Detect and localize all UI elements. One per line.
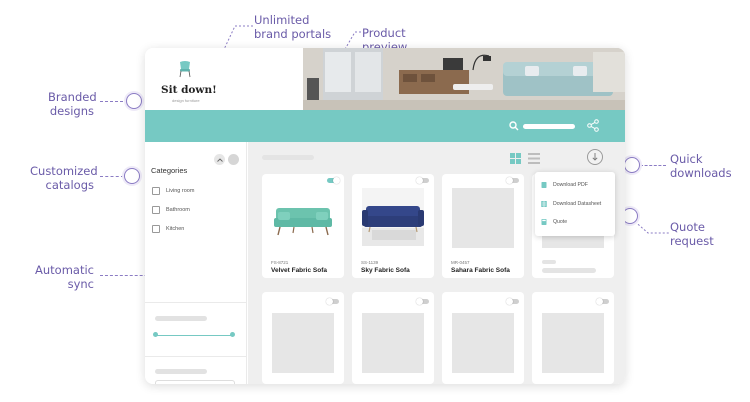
category-label: Kitchen	[166, 226, 185, 232]
grid-view-icon[interactable]	[510, 153, 521, 164]
product-visibility-toggle[interactable]	[416, 298, 429, 305]
menu-item-label: Download PDF	[553, 182, 588, 188]
product-sku: FS-8721	[271, 260, 289, 265]
product-sku: MR-0457	[451, 260, 470, 265]
brand-name: Sit down!	[161, 84, 217, 96]
callout-customized-catalogs: Customized catalogs	[30, 164, 98, 192]
sidebar-divider	[145, 356, 247, 357]
category-item[interactable]: Bathroom	[152, 205, 190, 215]
category-checkbox[interactable]	[152, 225, 160, 233]
menu-item-label: Quote	[553, 219, 568, 225]
callout-connector	[640, 165, 666, 166]
filter-label-placeholder	[155, 369, 207, 374]
product-name: Sahara Fabric Sofa	[451, 267, 510, 274]
header: Sit down! design furniture	[145, 48, 625, 110]
brand-area: Sit down! design furniture	[145, 48, 303, 110]
product-visibility-toggle[interactable]	[506, 177, 519, 184]
sidebar: Categories Living room Bathroom Kitchen	[145, 142, 247, 384]
product-image-placeholder	[452, 188, 514, 248]
product-name: Velvet Fabric Sofa	[271, 267, 327, 274]
category-checkbox[interactable]	[152, 187, 160, 195]
product-visibility-toggle[interactable]	[326, 298, 339, 305]
download-button[interactable]	[587, 149, 603, 165]
callout-automatic-sync: Automatic sync	[35, 263, 94, 291]
category-item[interactable]: Kitchen	[152, 224, 184, 234]
product-card[interactable]	[442, 292, 524, 384]
download-arrow-icon	[592, 153, 598, 161]
list-view-icon[interactable]	[528, 153, 540, 164]
categories-title: Categories	[151, 166, 188, 175]
product-sku-placeholder	[542, 260, 556, 264]
product-name-placeholder	[542, 268, 596, 273]
product-card[interactable]: MR-0457 Sahara Fabric Sofa	[442, 174, 524, 278]
product-card[interactable]: SS-1139 Sky Fabric Sofa	[352, 174, 434, 278]
product-card[interactable]	[532, 292, 614, 384]
brand-tagline: design furniture	[172, 98, 200, 103]
product-visibility-toggle[interactable]	[416, 177, 429, 184]
sidebar-divider	[145, 302, 247, 303]
product-name: Sky Fabric Sofa	[361, 267, 410, 274]
product-visibility-toggle[interactable]	[327, 177, 340, 184]
callout-connector	[100, 101, 128, 102]
breadcrumb-placeholder	[262, 155, 314, 160]
hotspot-branded-designs[interactable]	[126, 93, 142, 109]
chevron-up-icon	[216, 157, 223, 162]
product-visibility-toggle[interactable]	[596, 298, 609, 305]
search-icon[interactable]	[509, 121, 519, 131]
category-label: Living room	[166, 188, 195, 194]
product-card[interactable]	[262, 292, 344, 384]
collapse-up-button[interactable]	[214, 154, 225, 165]
product-card[interactable]	[352, 292, 434, 384]
app-window: Sit down! design furniture Categories Li…	[145, 48, 625, 384]
filter-label-placeholder	[155, 316, 207, 321]
pdf-file-icon	[541, 182, 547, 188]
hotspot-customized-catalogs[interactable]	[124, 168, 140, 184]
download-menu: Download PDF Download Datasheet Quote	[535, 172, 615, 236]
share-icon[interactable]	[587, 119, 599, 132]
table-icon	[541, 201, 547, 207]
callout-branded-designs: Branded designs	[48, 90, 97, 118]
product-image-placeholder	[542, 313, 604, 373]
product-sku: SS-1139	[361, 260, 379, 265]
product-image-navy-sofa	[362, 188, 424, 246]
hotspot-quick-downloads[interactable]	[624, 157, 640, 173]
menu-item-quote[interactable]: Quote	[541, 217, 567, 227]
menu-item-label: Download Datasheet	[553, 201, 602, 207]
chair-logo-icon	[179, 61, 191, 78]
collapse-down-button[interactable]	[228, 154, 239, 165]
calculator-icon	[541, 219, 547, 225]
range-slider-handle-min[interactable]	[153, 332, 158, 337]
product-image-placeholder	[362, 313, 424, 373]
product-image-placeholder	[272, 313, 334, 373]
callout-connector	[100, 176, 124, 177]
product-card[interactable]: FS-8721 Velvet Fabric Sofa	[262, 174, 344, 278]
category-item[interactable]: Living room	[152, 186, 194, 196]
product-image-placeholder	[452, 313, 514, 373]
product-visibility-toggle[interactable]	[506, 298, 519, 305]
callout-quote-request: Quote request	[670, 220, 714, 248]
range-slider-handle-max[interactable]	[230, 332, 235, 337]
filter-select[interactable]	[155, 380, 235, 384]
menu-item-download-datasheet[interactable]: Download Datasheet	[541, 199, 601, 209]
toolbar	[145, 110, 625, 142]
hero-banner-image	[303, 48, 625, 110]
category-label: Bathroom	[166, 207, 190, 213]
category-checkbox[interactable]	[152, 206, 160, 214]
search-input[interactable]	[523, 124, 575, 129]
callout-quick-downloads: Quick downloads	[670, 152, 732, 180]
menu-item-download-pdf[interactable]: Download PDF	[541, 180, 588, 190]
product-image-green-sofa	[272, 188, 334, 246]
range-slider[interactable]	[153, 332, 235, 338]
